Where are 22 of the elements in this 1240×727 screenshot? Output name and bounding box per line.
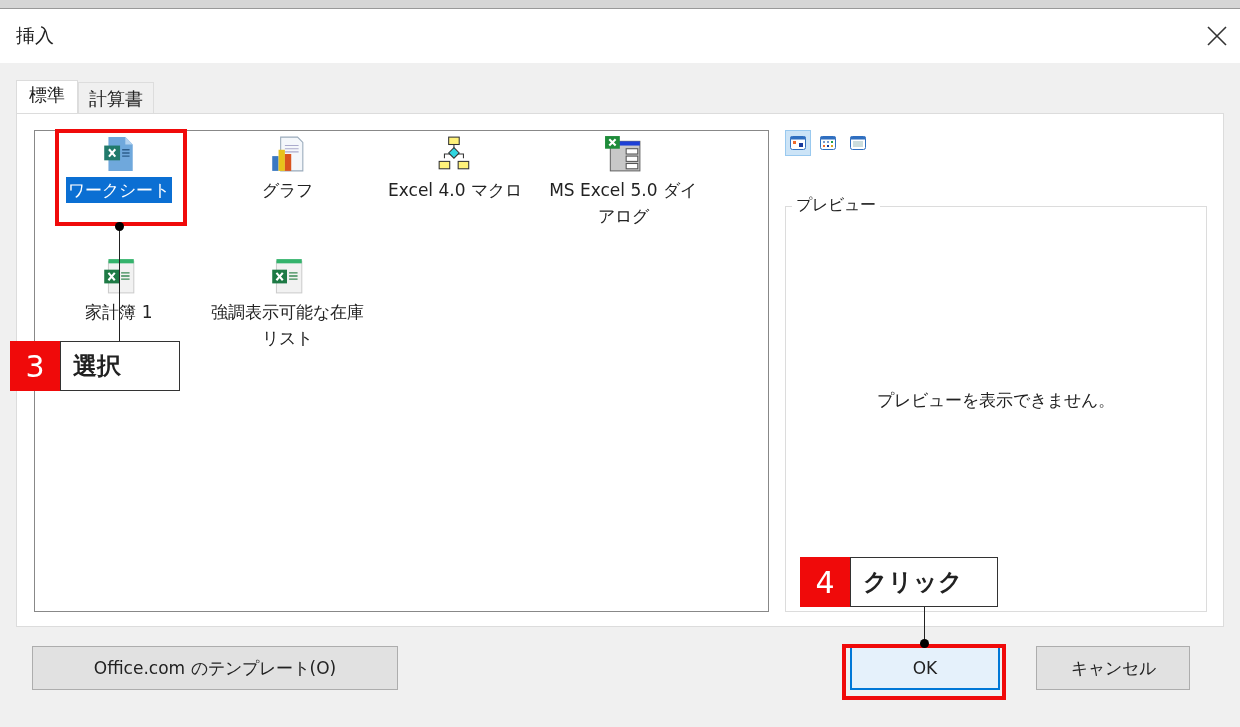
window-view-icon: [790, 136, 806, 150]
ok-button[interactable]: OK: [850, 646, 1000, 690]
close-icon[interactable]: [1206, 25, 1228, 47]
template-label[interactable]: Excel 4.0 マクロ: [386, 177, 524, 203]
step-label: クリック: [850, 557, 998, 607]
tab[interactable]: 標準: [16, 80, 78, 113]
window-view-icon: [820, 136, 836, 150]
cancel-button[interactable]: キャンセル: [1036, 646, 1190, 690]
window-view-icon: [850, 136, 866, 150]
preview-message: プレビューを表示できません。: [877, 388, 1115, 412]
window-title: 挿入: [16, 23, 54, 48]
large-icons-view-button[interactable]: [785, 130, 811, 156]
spreadsheet-form-icon[interactable]: [604, 135, 642, 173]
template-label[interactable]: 強調表示可能な在庫リスト: [205, 299, 369, 351]
step-label: 選択: [60, 341, 180, 391]
step-number: 3: [10, 341, 60, 391]
step-number: 4: [800, 557, 850, 607]
tab[interactable]: 計算書: [78, 82, 154, 113]
template-label[interactable]: グラフ: [259, 177, 315, 203]
template-label[interactable]: MS Excel 5.0 ダイアログ: [541, 177, 705, 229]
office-templates-button[interactable]: Office.com のテンプレート(O): [32, 646, 398, 690]
template-label[interactable]: ワークシート: [66, 177, 172, 203]
